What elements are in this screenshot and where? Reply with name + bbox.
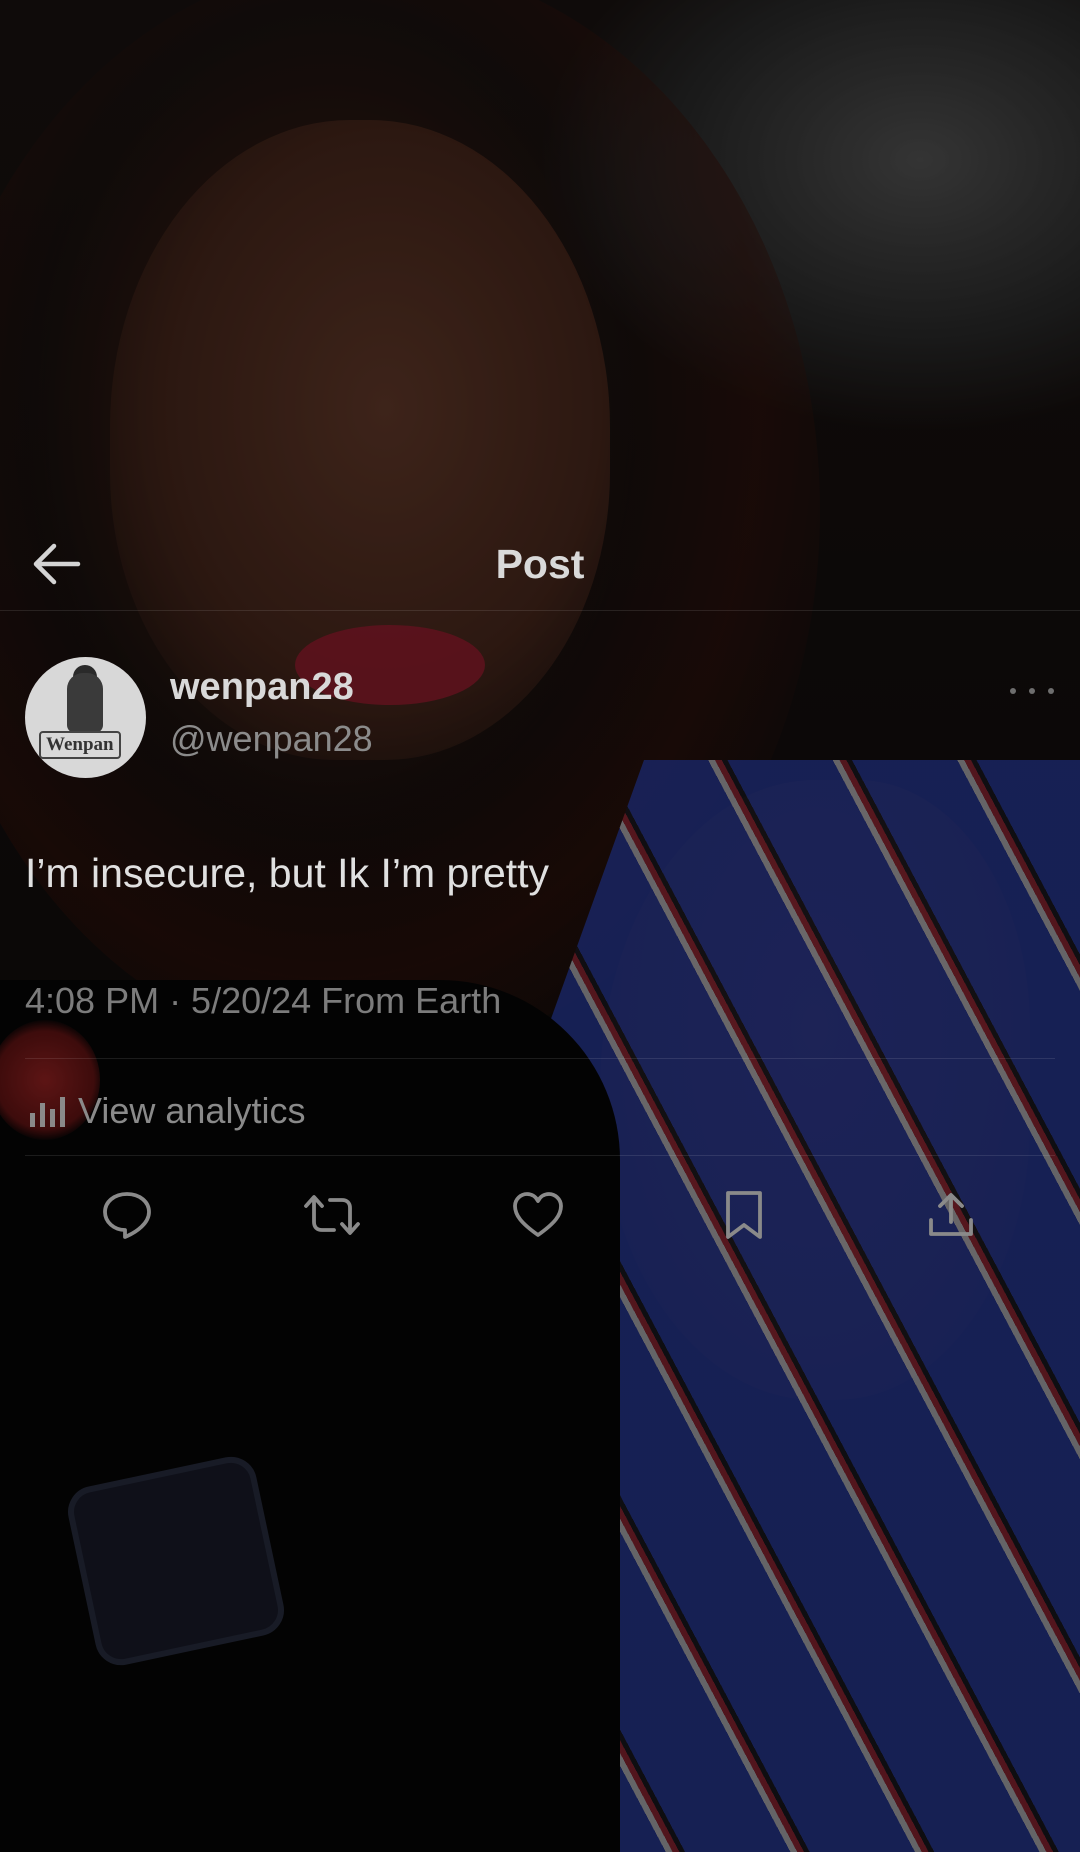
- share-icon: [929, 1193, 973, 1236]
- display-name[interactable]: wenpan28: [170, 666, 354, 709]
- like-button[interactable]: [503, 1180, 573, 1250]
- more-options-button[interactable]: [1010, 676, 1054, 706]
- like-icon: [513, 1192, 563, 1237]
- divider: [25, 1058, 1055, 1059]
- user-handle[interactable]: @wenpan28: [170, 718, 373, 760]
- more-horizontal-icon: [1010, 688, 1016, 694]
- post-screen: Post Wenpan wenpan28 @wenpan28 I’m insec…: [0, 0, 1080, 1852]
- repost-button[interactable]: [297, 1180, 367, 1250]
- action-bar: [0, 1180, 1080, 1270]
- reply-icon: [103, 1192, 151, 1239]
- divider: [25, 1155, 1055, 1156]
- post-timestamp: 4:08 PM · 5/20/24 From Earth: [25, 980, 502, 1021]
- bookmark-icon: [726, 1191, 762, 1239]
- analytics-bars-icon: [30, 1097, 65, 1127]
- avatar[interactable]: Wenpan: [25, 657, 146, 778]
- bookmark-button[interactable]: [709, 1180, 779, 1250]
- top-bar: Post: [0, 510, 1080, 611]
- page-title: Post: [495, 541, 585, 587]
- view-analytics-link[interactable]: View analytics: [28, 1090, 305, 1132]
- repost-icon: [304, 1195, 360, 1235]
- analytics-label: View analytics: [78, 1090, 306, 1131]
- reply-button[interactable]: [92, 1180, 162, 1250]
- post-text: I’m insecure, but Ik I’m pretty: [25, 850, 550, 896]
- avatar-label: Wenpan: [39, 731, 121, 759]
- share-button[interactable]: [916, 1180, 986, 1250]
